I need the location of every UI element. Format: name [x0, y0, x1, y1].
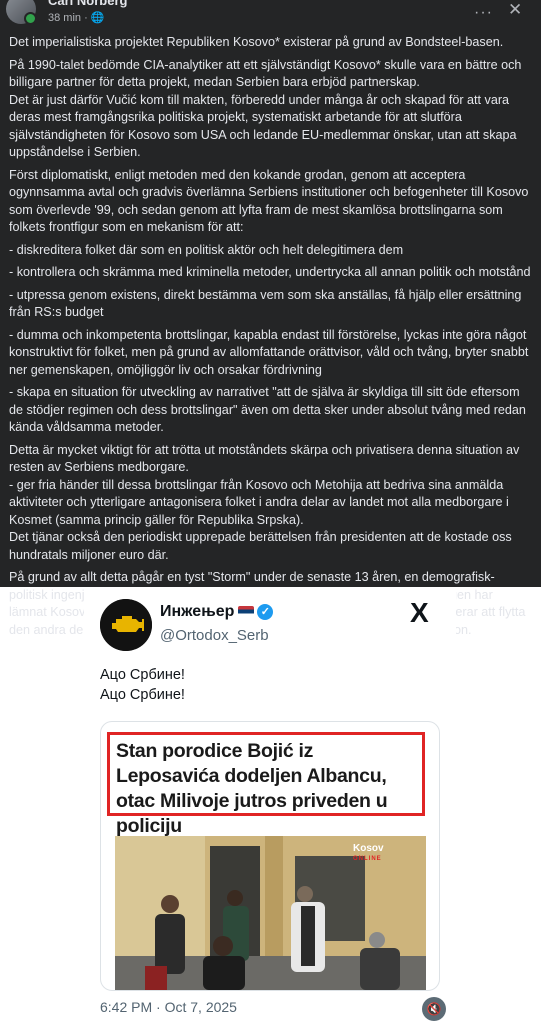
source-watermark: Kosov ONLINE [353, 844, 384, 864]
post-paragraph: - utpressa genom existens, direkt bestäm… [9, 287, 522, 320]
tweet-text: Ацо Србине! Ацо Србине! [100, 665, 185, 705]
mute-sound-icon[interactable]: 🔇 [422, 997, 446, 1021]
tweet-display-name: Инжењер [160, 603, 235, 620]
x-logo-icon[interactable]: X [410, 597, 429, 629]
author-avatar[interactable] [6, 0, 37, 25]
post-body: Det imperialistiska projektet Republiken… [9, 34, 531, 644]
watermark-text: Kosov [353, 843, 384, 854]
post-paragraph: Det imperialistiska projektet Republiken… [9, 35, 504, 49]
online-status-icon [24, 12, 37, 25]
post-paragraph: - diskreditera folket där som en politis… [9, 242, 404, 257]
facebook-post: Carl Norberg 38 min · 🌐 ··· ✕ Det imperi… [0, 0, 541, 637]
tweet-handle[interactable]: @Ortodox_Serb [160, 627, 269, 644]
post-paragraph: Det tjänar också den periodiskt upprepad… [9, 530, 512, 562]
post-paragraph: - ger fria händer till dessa brottslinga… [9, 477, 509, 527]
verified-badge-icon: ✓ [257, 603, 274, 620]
tweet-author-name[interactable]: Инжењер ✓ [160, 603, 274, 621]
tweet-text-line: Ацо Србине! [100, 667, 185, 683]
post-paragraph: Det är just därför Vučić kom till makten… [9, 92, 517, 160]
author-name[interactable]: Carl Norberg [48, 0, 127, 8]
news-headline: Stan porodice Bojić iz Leposavića dodelj… [116, 740, 388, 837]
news-photo[interactable]: Kosov ONLINE [115, 836, 426, 990]
post-paragraph: På 1990-talet bedömde CIA-analytiker att… [9, 57, 522, 90]
tweet-avatar[interactable] [100, 599, 152, 651]
watermark-subtext: ONLINE [353, 856, 382, 862]
check-engine-icon [100, 599, 152, 651]
headline-frame: Stan porodice Bojić iz Leposavića dodelj… [107, 732, 425, 837]
embedded-tweet[interactable]: Инжењер ✓ @Ortodox_Serb X Ацо Србине! Ацо… [84, 587, 456, 1024]
post-time[interactable]: 38 min [48, 12, 81, 24]
serbian-flag-icon [238, 606, 255, 618]
privacy-globe-icon: · 🌐 [84, 12, 105, 24]
close-post-button[interactable]: ✕ [508, 0, 522, 20]
more-options-button[interactable]: ··· [474, 4, 493, 22]
tweet-text-line: Ацо Србине! [100, 687, 185, 703]
post-meta: 38 min · 🌐 [48, 11, 105, 24]
post-paragraph: - kontrollera och skrämma med kriminella… [9, 265, 531, 279]
post-paragraph: - skapa en situation för utveckling av n… [9, 385, 526, 434]
post-paragraph: Detta är mycket viktigt för att trötta u… [9, 442, 520, 475]
post-paragraph: Först diplomatiskt, enligt metoden med d… [9, 167, 529, 235]
tweet-media-card[interactable]: Stan porodice Bojić iz Leposavića dodelj… [100, 721, 440, 991]
post-paragraph: - dumma och inkompetenta brottslingar, k… [9, 327, 529, 377]
tweet-timestamp[interactable]: 6:42 PM · Oct 7, 2025 [100, 999, 237, 1015]
post-header: Carl Norberg 38 min · 🌐 ··· ✕ [0, 0, 541, 30]
